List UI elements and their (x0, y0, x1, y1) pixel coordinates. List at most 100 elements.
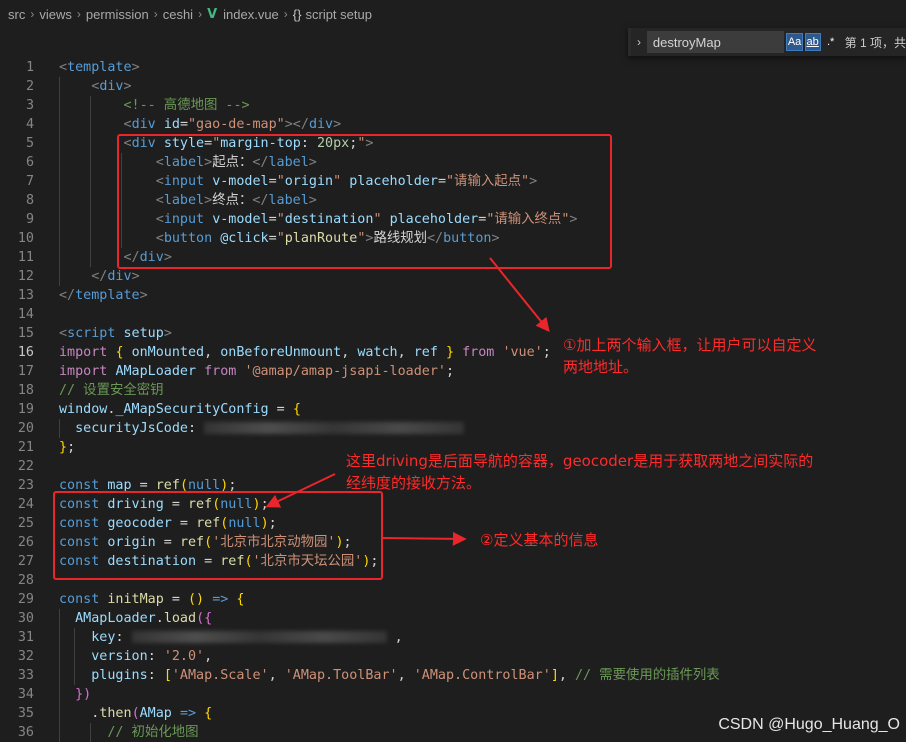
code-line[interactable]: 20 securityJsCode: (0, 419, 906, 438)
code-text[interactable]: </template> (59, 286, 148, 305)
code-text[interactable]: AMapLoader.load({ (59, 609, 212, 628)
code-line[interactable]: 19 window._AMapSecurityConfig = { (0, 400, 906, 419)
code-line[interactable]: 14 (0, 305, 906, 324)
line-number: 32 (17, 649, 34, 664)
line-number: 5 (25, 136, 34, 151)
line-number: 18 (17, 383, 34, 398)
code-line[interactable]: 30 AMapLoader.load({ (0, 609, 906, 628)
code-text[interactable]: <template> (59, 58, 140, 77)
find-widget: › destroyMap Aa ab .* 第 1 项，共 (628, 28, 906, 56)
code-text[interactable]: <!-- 高德地图 --> (59, 96, 250, 115)
code-line[interactable]: 34 }) (0, 685, 906, 704)
code-text[interactable]: .then(AMap => { (59, 704, 212, 723)
line-number: 28 (17, 573, 34, 588)
code-text[interactable]: securityJsCode: (59, 419, 465, 438)
line-number: 15 (17, 326, 34, 341)
code-line[interactable]: 3 <!-- 高德地图 --> (0, 96, 906, 115)
code-line[interactable]: 18 // 设置安全密钥 (0, 381, 906, 400)
breadcrumb-file[interactable]: index.vue (223, 7, 279, 22)
annotation-note-3: ②定义基本的信息 (480, 531, 599, 549)
code-line[interactable]: 32 version: '2.0', (0, 647, 906, 666)
code-line[interactable]: 13 </template> (0, 286, 906, 305)
line-number: 16 (17, 345, 34, 360)
chevron-right-icon: › (198, 7, 203, 21)
regex-button[interactable]: .* (823, 33, 839, 51)
code-text[interactable]: const initMap = () => { (59, 590, 244, 609)
line-number: 30 (17, 611, 34, 626)
code-text[interactable]: <div id="gao-de-map"></div> (59, 115, 342, 134)
breadcrumb-item-src[interactable]: src (8, 7, 25, 22)
annotation-note-2: 这里driving是后面导航的容器，geocoder是用于获取两地之间实际的 经… (346, 450, 813, 494)
code-line[interactable]: 4 <div id="gao-de-map"></div> (0, 115, 906, 134)
line-number: 6 (25, 155, 34, 170)
annotation-note-1-line1: ①加上两个输入框，让用户可以自定义 (563, 336, 817, 354)
breadcrumb-item-ceshi[interactable]: ceshi (163, 7, 193, 22)
whole-word-button[interactable]: ab (804, 33, 821, 51)
match-case-button[interactable]: Aa (786, 33, 803, 51)
code-text[interactable]: version: '2.0', (59, 647, 212, 666)
line-number: 33 (17, 668, 34, 683)
line-number: 35 (17, 706, 34, 721)
code-line[interactable]: 33 plugins: ['AMap.Scale', 'AMap.ToolBar… (0, 666, 906, 685)
line-number: 20 (17, 421, 34, 436)
code-text[interactable]: import AMapLoader from '@amap/amap-jsapi… (59, 362, 454, 381)
line-number: 17 (17, 364, 34, 379)
code-text[interactable]: }) (59, 685, 91, 704)
code-text[interactable]: // 初始化地图 (59, 723, 198, 742)
code-text[interactable]: }; (59, 438, 75, 457)
line-number: 8 (25, 193, 34, 208)
find-result-count: 第 1 项，共 (844, 35, 906, 50)
highlight-box-inputs (117, 134, 612, 269)
line-number: 34 (17, 687, 34, 702)
highlight-box-refs (53, 491, 383, 580)
line-number: 13 (17, 288, 34, 303)
breadcrumb-item-permission[interactable]: permission (86, 7, 149, 22)
line-number: 3 (25, 98, 34, 113)
code-line[interactable]: 2 <div> (0, 77, 906, 96)
vue-file-icon: V (207, 6, 218, 22)
toggle-replace-chevron-icon[interactable]: › (631, 35, 647, 49)
code-text[interactable]: <div> (59, 77, 131, 96)
breadcrumb-item-views[interactable]: views (39, 7, 72, 22)
chevron-right-icon: › (153, 7, 158, 21)
line-number: 14 (17, 307, 34, 322)
line-number: 7 (25, 174, 34, 189)
breadcrumb: src › views › permission › ceshi › V ind… (0, 0, 906, 28)
line-number: 29 (17, 592, 34, 607)
breadcrumb-symbol[interactable]: script setup (305, 7, 371, 22)
code-line[interactable]: 12 </div> (0, 267, 906, 286)
code-text[interactable]: <script setup> (59, 324, 172, 343)
annotation-note-1: ①加上两个输入框，让用户可以自定义 两地地址。 (563, 334, 816, 378)
annotation-note-2-line2: 经纬度的接收方法。 (346, 474, 482, 492)
line-number: 2 (25, 79, 34, 94)
line-number: 12 (17, 269, 34, 284)
chevron-right-icon: › (76, 7, 81, 21)
code-text[interactable]: // 设置安全密钥 (59, 381, 164, 400)
line-number: 23 (17, 478, 34, 493)
code-line[interactable]: 31 key: , (0, 628, 906, 647)
line-number: 11 (17, 250, 34, 265)
code-line[interactable]: 1 <template> (0, 58, 906, 77)
code-text[interactable]: plugins: ['AMap.Scale', 'AMap.ToolBar', … (59, 666, 719, 685)
line-number: 10 (17, 231, 34, 246)
line-number: 9 (25, 212, 34, 227)
csdn-watermark: CSDN @Hugo_Huang_O (718, 716, 900, 733)
chevron-right-icon: › (30, 7, 35, 21)
line-number: 26 (17, 535, 34, 550)
braces-icon: {} (292, 6, 302, 22)
line-number: 1 (25, 60, 34, 75)
line-number: 36 (17, 725, 34, 740)
line-number: 31 (17, 630, 34, 645)
code-text[interactable]: import { onMounted, onBeforeUnmount, wat… (59, 343, 551, 362)
code-text[interactable]: key: , (59, 628, 402, 647)
line-number: 27 (17, 554, 34, 569)
line-number: 19 (17, 402, 34, 417)
line-number: 21 (17, 440, 34, 455)
code-text[interactable]: window._AMapSecurityConfig = { (59, 400, 301, 419)
code-line[interactable]: 29 const initMap = () => { (0, 590, 906, 609)
find-input[interactable]: destroyMap (646, 31, 785, 53)
code-text[interactable]: </div> (59, 267, 139, 286)
line-number: 22 (17, 459, 34, 474)
line-number: 24 (17, 497, 34, 512)
annotation-note-2-line1: 这里driving是后面导航的容器，geocoder是用于获取两地之间实际的 (346, 452, 814, 470)
